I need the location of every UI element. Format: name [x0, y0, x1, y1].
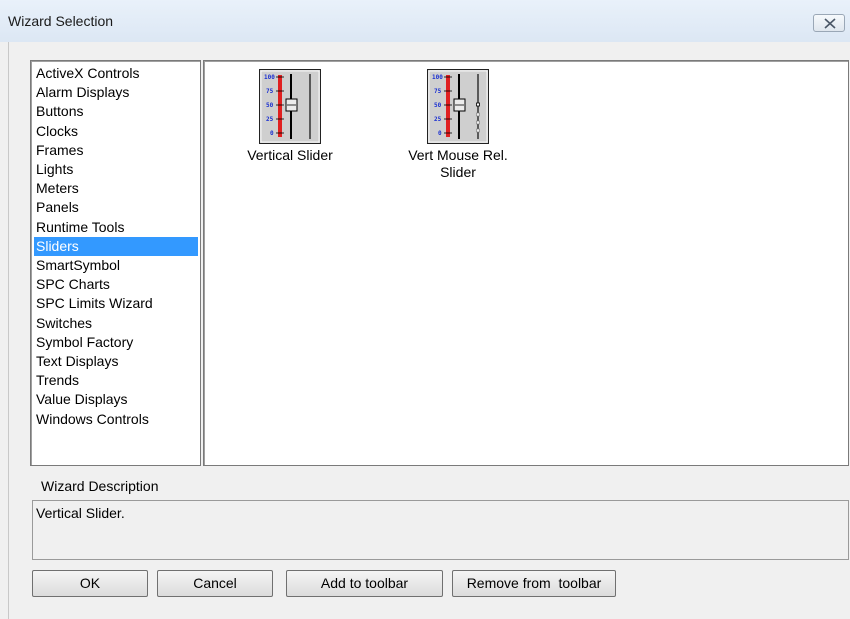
scale-label: 0: [270, 130, 274, 137]
wizard-gallery[interactable]: 100 75 50 25 0 Vertical Slider 100 75 50…: [203, 60, 849, 466]
category-item[interactable]: Windows Controls: [34, 410, 198, 429]
scale-label: 50: [266, 102, 274, 109]
scale-label: 100: [432, 74, 443, 81]
scale-label: 75: [434, 88, 442, 95]
scale-label: 25: [266, 116, 274, 123]
wizard-description-label: Wizard Description: [41, 478, 159, 494]
scale-label: 0: [438, 130, 442, 137]
window-title: Wizard Selection: [8, 13, 114, 29]
category-item[interactable]: Panels: [34, 198, 198, 217]
category-item[interactable]: Sliders: [34, 236, 198, 256]
category-item[interactable]: Switches: [34, 314, 198, 333]
category-item[interactable]: Frames: [34, 141, 198, 160]
close-button[interactable]: [813, 14, 845, 32]
dialog-body: ActiveX Controls Alarm Displays Buttons Clo…: [9, 42, 850, 619]
category-item[interactable]: Trends: [34, 371, 198, 390]
wizard-selection-dialog: Wizard Selection ActiveX Controls Alarm D…: [0, 0, 850, 619]
category-item[interactable]: SPC Charts: [34, 275, 198, 294]
title-bar[interactable]: Wizard Selection: [0, 0, 850, 43]
remove-from-toolbar-button[interactable]: Remove from toolbar: [452, 570, 616, 597]
vertical-slider-icon: 100 75 50 25 0: [259, 69, 321, 144]
scale-label: 50: [434, 102, 442, 109]
category-list[interactable]: ActiveX Controls Alarm Displays Buttons Clo…: [30, 60, 201, 466]
category-item[interactable]: Runtime Tools: [34, 218, 198, 237]
category-item[interactable]: Meters: [34, 179, 198, 198]
category-item[interactable]: Text Displays: [34, 352, 198, 371]
wizard-label-line: Slider: [440, 164, 476, 180]
category-item[interactable]: Lights: [34, 160, 198, 179]
add-to-toolbar-button[interactable]: Add to toolbar: [286, 570, 443, 597]
category-item[interactable]: Value Displays: [34, 390, 198, 409]
category-item[interactable]: Alarm Displays: [34, 83, 198, 102]
wizard-tile-vert-mouse-rel-slider[interactable]: 100 75 50 25 0 Vert Mouse Rel. Slider: [388, 69, 528, 181]
category-item[interactable]: Clocks: [34, 122, 198, 141]
wizard-description-text: Vertical Slider.: [32, 500, 849, 560]
vert-mouse-rel-slider-icon: 100 75 50 25 0: [427, 69, 489, 144]
scale-label: 75: [266, 88, 274, 95]
close-icon: [824, 18, 836, 29]
window-left-edge: [0, 42, 9, 619]
wizard-label-line: Vert Mouse Rel.: [408, 147, 508, 163]
category-item[interactable]: Symbol Factory: [34, 333, 198, 352]
category-item[interactable]: ActiveX Controls: [34, 64, 198, 83]
category-item[interactable]: SmartSymbol: [34, 256, 198, 275]
category-item[interactable]: Buttons: [34, 102, 198, 121]
wizard-label: Vertical Slider: [247, 147, 333, 163]
category-item[interactable]: SPC Limits Wizard: [34, 294, 198, 313]
scale-label: 25: [434, 116, 442, 123]
cancel-button[interactable]: Cancel: [157, 570, 273, 597]
wizard-tile-vertical-slider[interactable]: 100 75 50 25 0 Vertical Slider: [220, 69, 360, 164]
ok-button[interactable]: OK: [32, 570, 148, 597]
scale-label: 100: [264, 74, 275, 81]
